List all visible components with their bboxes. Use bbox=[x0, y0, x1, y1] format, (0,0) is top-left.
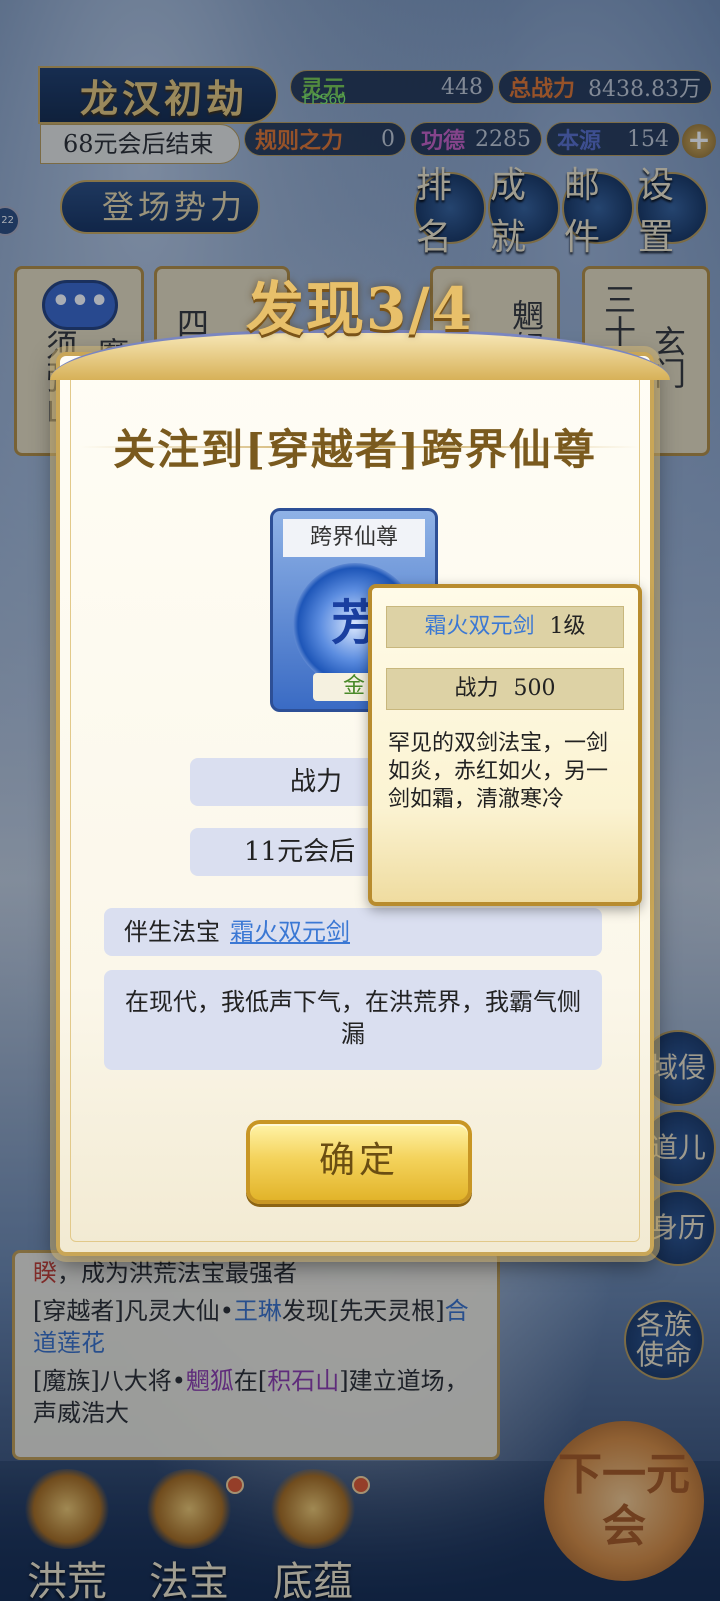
tooltip-item-level: 1级 bbox=[549, 614, 586, 639]
treasure-tooltip: 霜火双元剑 1级 战力 500 罕见的双剑法宝，一剑如炎，赤红如火，另一剑如霜，… bbox=[368, 584, 642, 906]
character-description: 在现代，我低声下气，在洪荒界，我霸气侧漏 bbox=[104, 970, 602, 1070]
confirm-button[interactable]: 确定 bbox=[246, 1120, 472, 1204]
tooltip-item-name: 霜火双元剑 bbox=[424, 614, 535, 639]
companion-treasure-link[interactable]: 霜火双元剑 bbox=[230, 918, 350, 946]
tooltip-power-row: 战力 500 bbox=[386, 668, 624, 710]
tooltip-description: 罕见的双剑法宝，一剑如炎，赤红如火，另一剑如霜，清澈寒冷 bbox=[388, 731, 609, 812]
character-card-name: 跨界仙尊 bbox=[283, 519, 425, 557]
discovery-banner: 发现3/4 bbox=[246, 275, 474, 343]
tooltip-power-label: 战力 bbox=[454, 676, 499, 701]
modal-heading: 关注到[穿越者]跨界仙尊 bbox=[113, 425, 597, 474]
companion-treasure-row: 伴生法宝 霜火双元剑 bbox=[104, 908, 602, 956]
tooltip-item-header: 霜火双元剑 1级 bbox=[386, 606, 624, 648]
tooltip-power-value: 500 bbox=[513, 676, 556, 701]
companion-treasure-label: 伴生法宝 bbox=[124, 918, 220, 946]
power-label: 战力 bbox=[290, 767, 343, 797]
lifespan-label: 11元会后 bbox=[244, 837, 356, 867]
